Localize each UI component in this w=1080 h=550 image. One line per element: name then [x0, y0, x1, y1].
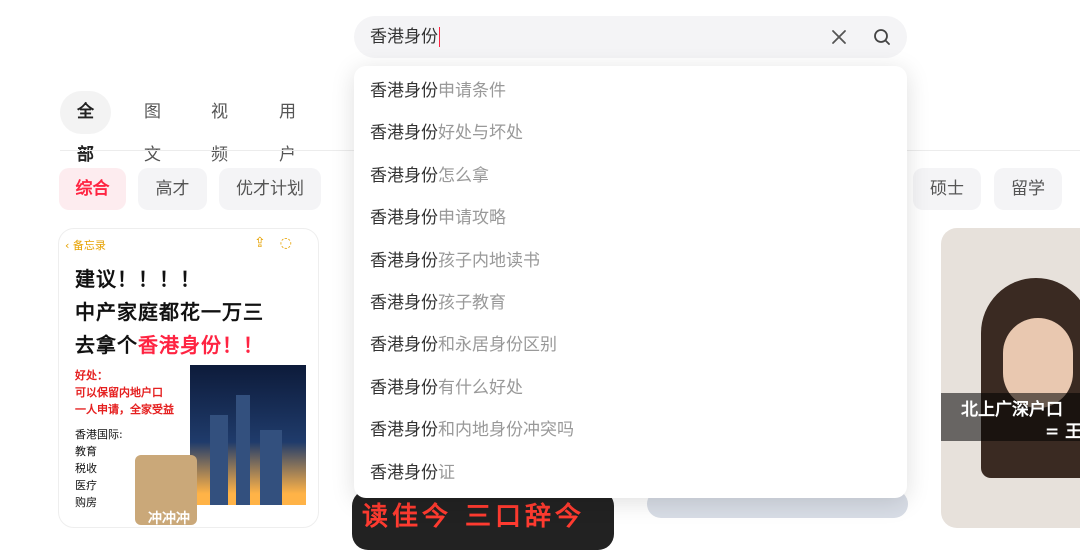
suggestion-keyword: 香港身份 [370, 462, 438, 483]
suggestion-item[interactable]: 香港身份好处与坏处 [370, 118, 523, 148]
note-back-link: ‹ 备忘录 [65, 239, 106, 252]
suggestion-item[interactable]: 香港身份有什么好处 [370, 373, 523, 403]
suggestion-item[interactable]: 香港身份怎么拿 [370, 161, 489, 191]
suggestion-keyword: 香港身份 [370, 420, 438, 441]
chip-master[interactable]: 硕士 [913, 168, 981, 210]
tab-users[interactable]: 用户 [279, 91, 296, 165]
portrait-card[interactable]: 北上广深户口 = 王 [941, 228, 1080, 528]
suggestion-suffix: 有什么好处 [438, 377, 523, 398]
text-caret [439, 27, 440, 47]
suggestion-keyword: 香港身份 [370, 293, 438, 313]
suggestion-suffix: 证 [438, 462, 455, 483]
note-headline-1: 建议！！！！ [75, 267, 201, 291]
suggestion-item[interactable]: 香港身份孩子内地读书 [370, 246, 540, 276]
suggestion-item[interactable]: 香港身份孩子教育 [370, 288, 506, 318]
tab-image-text[interactable]: 图文 [144, 91, 161, 165]
chip-quality-talent[interactable]: 优才计划 [219, 168, 321, 210]
note-toolbar-icons: ⇪◌ [254, 235, 306, 251]
suggestion-suffix: 孩子教育 [438, 293, 506, 313]
search-icon[interactable] [872, 27, 892, 47]
suggestion-keyword: 香港身份 [370, 81, 438, 101]
suggestion-suffix: 怎么拿 [438, 165, 489, 186]
sticker-caption: 冲冲冲 [148, 511, 190, 527]
tab-video[interactable]: 视频 [211, 91, 228, 165]
suggestion-item[interactable]: 香港身份和内地身份冲突吗 [370, 415, 574, 445]
suggestion-suffix: 和内地身份冲突吗 [438, 420, 574, 441]
suggestion-keyword: 香港身份 [370, 377, 438, 398]
suggestion-item[interactable]: 香港身份申请条件 [370, 76, 506, 106]
suggestion-suffix: 申请条件 [438, 81, 506, 101]
suggestion-suffix: 和永居身份区别 [438, 335, 557, 356]
suggestion-item[interactable]: 香港身份申请攻略 [370, 203, 506, 233]
chip-high-talent[interactable]: 高才 [138, 168, 207, 210]
search-input[interactable]: 香港身份 [370, 16, 810, 58]
suggestion-keyword: 香港身份 [370, 165, 438, 186]
suggestion-keyword: 香港身份 [370, 208, 438, 229]
search-suggestions-dropdown: 香港身份申请条件 香港身份好处与坏处 香港身份怎么拿 香港身份申请攻略 香港身份孩子内地… [354, 66, 907, 498]
suggestion-suffix: 孩子内地读书 [438, 250, 540, 271]
city-skyline-image [190, 365, 306, 505]
note-headline-2: 中产家庭都花一万三 [75, 300, 264, 324]
portrait-caption: 北上广深户口 = 王 [941, 393, 1080, 442]
close-icon[interactable] [829, 27, 849, 47]
search-bar: 香港身份 [354, 16, 907, 58]
chip-comprehensive[interactable]: 综合 [59, 168, 126, 210]
suggestion-suffix: 申请攻略 [438, 208, 506, 229]
suggestion-keyword: 香港身份 [370, 335, 438, 356]
suggestion-suffix: 好处与坏处 [438, 123, 523, 144]
suggestion-keyword: 香港身份 [370, 250, 438, 271]
video-cover-text: 读佳今 三口辞今 [362, 502, 586, 532]
video-card[interactable]: 读佳今 三口辞今 [352, 490, 614, 550]
tab-all[interactable]: 全部 [60, 91, 111, 165]
chip-study-abroad[interactable]: 留学 [994, 168, 1062, 210]
note-headline-3: 去拿个香港身份！！ [75, 333, 264, 357]
suggestion-keyword: 香港身份 [370, 123, 438, 144]
suggestion-item[interactable]: 香港身份和永居身份区别 [370, 330, 557, 360]
suggestion-item[interactable]: 香港身份证 [370, 458, 455, 488]
